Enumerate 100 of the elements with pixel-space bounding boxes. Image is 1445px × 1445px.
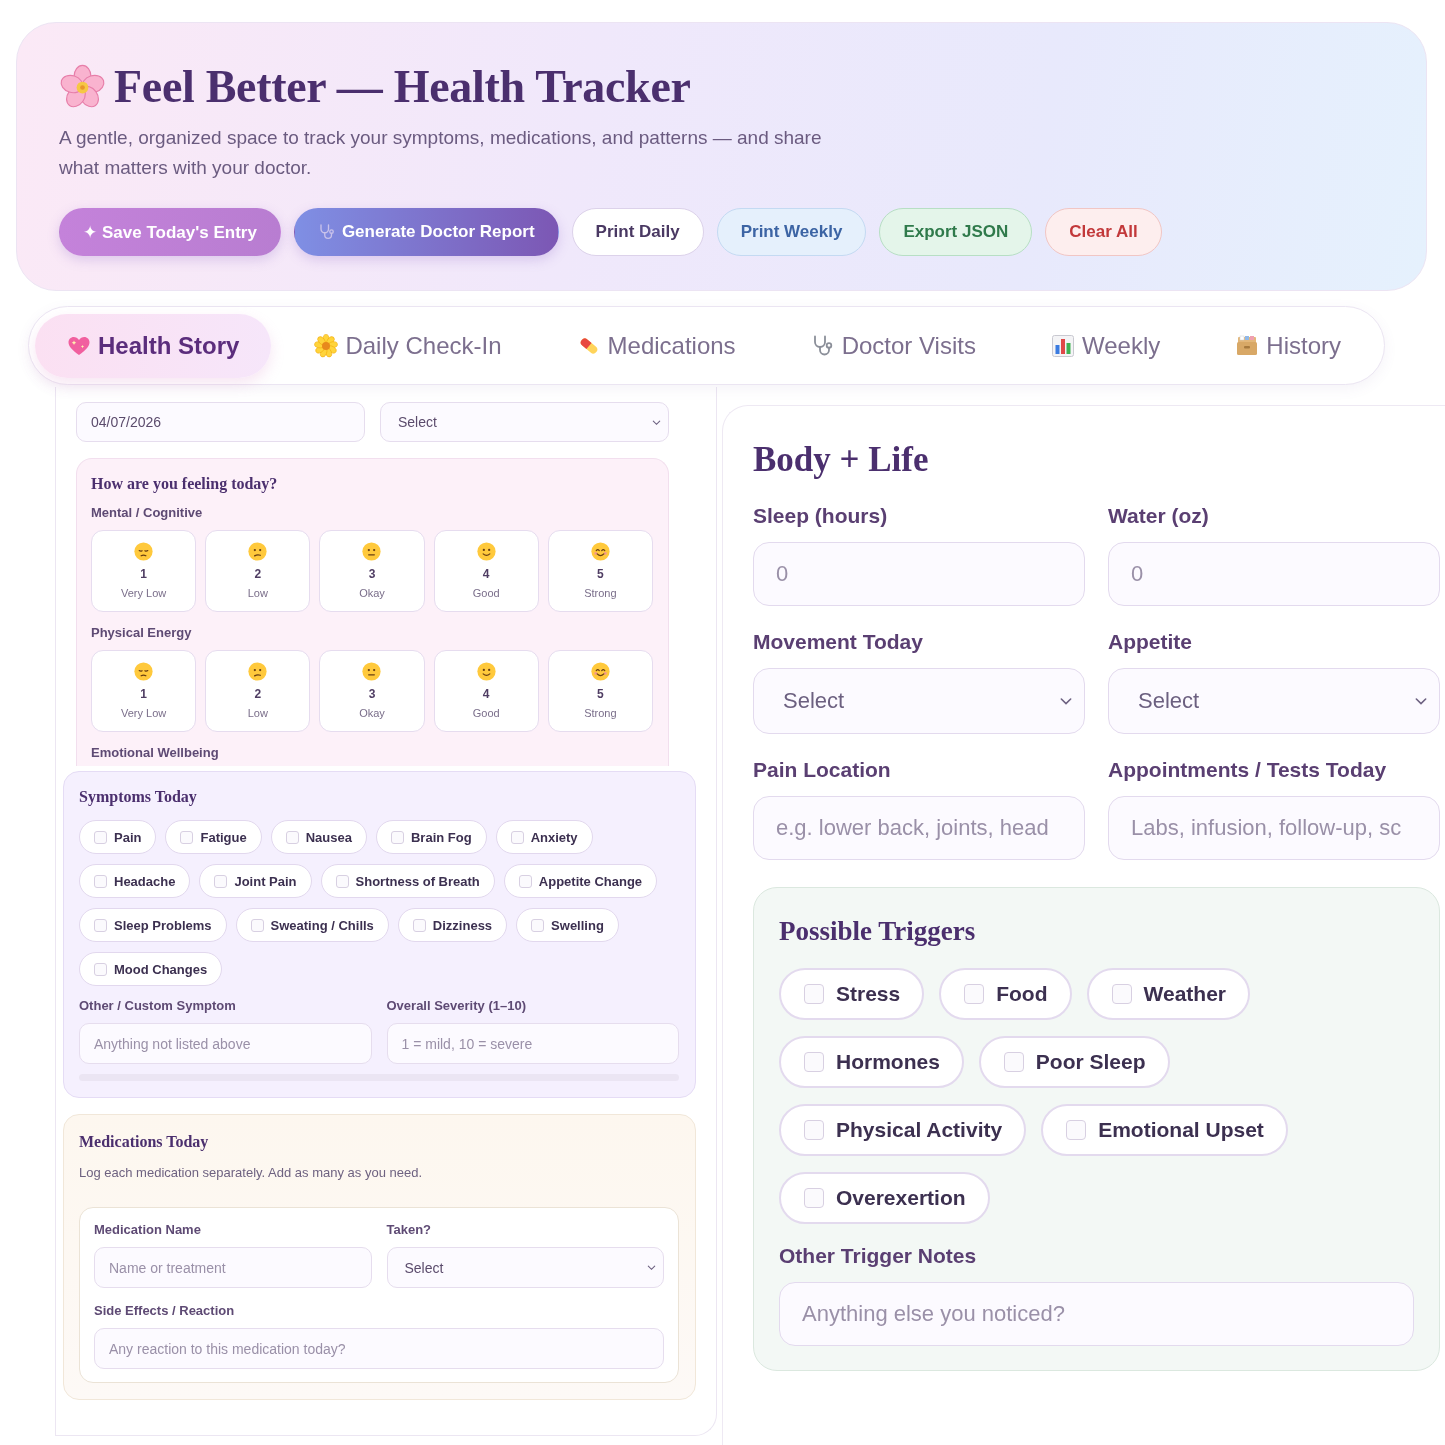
scale-label: Emotional Wellbeing	[91, 744, 220, 762]
trigger-option[interactable]: Stress	[779, 968, 925, 1020]
stethoscope-icon	[317, 223, 336, 241]
checkbox[interactable]	[94, 962, 107, 976]
checkbox[interactable]	[804, 1052, 824, 1072]
input-field[interactable]: Labs, infusion, follow-up, sc	[1108, 796, 1440, 860]
checkbox[interactable]	[214, 874, 228, 888]
checkbox[interactable]	[250, 918, 264, 932]
checkbox[interactable]	[94, 830, 107, 844]
field-label: Medication Name	[94, 1221, 202, 1239]
rating-option[interactable]: 3 Okay	[319, 650, 425, 732]
checkbox[interactable]	[285, 830, 299, 844]
trigger-option[interactable]: Hormones	[779, 1036, 964, 1088]
field-label: Pain Location	[753, 757, 892, 783]
symptom-option[interactable]: Appetite Change	[503, 864, 658, 898]
input-field[interactable]: Any reaction to this medication today?	[94, 1328, 664, 1369]
symptom-option[interactable]: Swelling	[516, 908, 619, 942]
symptom-option[interactable]: Sweating / Chills	[235, 908, 389, 942]
rating-option[interactable]: 5 Strong	[547, 530, 653, 612]
box-icon	[1235, 333, 1260, 358]
symptom-option[interactable]: Headache	[79, 864, 191, 898]
checkbox[interactable]	[180, 830, 194, 844]
input-field[interactable]: Name or treatment	[94, 1247, 372, 1288]
symptom-option[interactable]: Dizziness	[397, 908, 508, 942]
chevron-down-icon	[646, 1262, 657, 1273]
tab[interactable]: History	[1203, 313, 1373, 378]
symptom-option[interactable]: Brain Fog	[375, 820, 487, 854]
tab[interactable]: Medications	[544, 313, 768, 378]
input-field[interactable]: Anything else you noticed?	[779, 1282, 1414, 1346]
action-button[interactable]: Clear All	[1045, 208, 1162, 256]
section-title: How are you feeling today?	[91, 474, 279, 494]
section-title: Body + Life	[753, 439, 930, 481]
input-field[interactable]: Anything not listed above	[79, 1023, 372, 1064]
rating-option[interactable]: 1 Very Low	[91, 530, 197, 612]
rating-option[interactable]: 2 Low	[205, 530, 311, 612]
symptom-option[interactable]: Mood Changes	[79, 952, 223, 986]
trigger-option[interactable]: Food	[939, 968, 1072, 1020]
checkbox[interactable]	[964, 984, 985, 1004]
trigger-option[interactable]: Physical Activity	[779, 1104, 1027, 1156]
select-field[interactable]: Select	[753, 668, 1085, 734]
rating-option[interactable]: 3 Okay	[319, 530, 425, 612]
trigger-option[interactable]: Emotional Upset	[1041, 1104, 1288, 1156]
tab[interactable]: Health Story	[35, 313, 272, 378]
trigger-option[interactable]: Weather	[1086, 968, 1250, 1020]
tab[interactable]: Weekly	[1019, 313, 1193, 378]
action-button[interactable]: Print Weekly	[716, 208, 867, 256]
symptom-option[interactable]: Fatigue	[165, 820, 262, 854]
action-button[interactable]: Generate Doctor Report	[293, 208, 559, 256]
checkbox[interactable]	[1003, 1052, 1024, 1072]
trigger-option[interactable]: Poor Sleep	[978, 1036, 1170, 1088]
action-button[interactable]: Export JSON	[879, 208, 1033, 256]
field-label: Side Effects / Reaction	[94, 1302, 236, 1320]
checkbox[interactable]	[1066, 1120, 1087, 1140]
slight-smile-face-icon	[476, 542, 496, 561]
input-field[interactable]: e.g. lower back, joints, head	[753, 796, 1085, 860]
smiling-face-icon	[590, 662, 610, 681]
input-field[interactable]: 1 = mild, 10 = severe	[386, 1023, 679, 1064]
symptom-option[interactable]: Anxiety	[495, 820, 593, 854]
tab[interactable]: Daily Check-In	[282, 313, 534, 378]
section-title: Medications Today	[79, 1132, 210, 1152]
checkbox[interactable]	[94, 918, 107, 932]
checkbox[interactable]	[510, 830, 524, 844]
date-field[interactable]: 04/07/2026	[76, 402, 365, 442]
checkbox[interactable]	[412, 918, 426, 932]
checkbox[interactable]	[94, 874, 107, 888]
symptom-option[interactable]: Shortness of Breath	[320, 864, 495, 898]
field-label: Appointments / Tests Today	[1108, 757, 1388, 783]
symptom-option[interactable]: Pain	[79, 820, 157, 854]
select-field[interactable]: Select	[1108, 668, 1440, 734]
input-field[interactable]: 0	[753, 542, 1085, 606]
trigger-option[interactable]: Overexertion	[779, 1172, 990, 1224]
rating-option[interactable]: 2 Low	[205, 650, 311, 732]
input-field[interactable]: 0	[1108, 542, 1440, 606]
scale-label: Physical Energy	[91, 624, 193, 642]
checkbox[interactable]	[335, 874, 349, 888]
action-button[interactable]: Print Daily	[571, 208, 704, 256]
symptom-option[interactable]: Joint Pain	[199, 864, 312, 898]
pensive-face-icon	[134, 542, 154, 561]
symptom-option[interactable]: Nausea	[270, 820, 367, 854]
field-label: Movement Today	[753, 629, 924, 655]
checkbox[interactable]	[804, 984, 824, 1004]
section-note: Log each medication separately. Add as many as you need.	[79, 1164, 424, 1182]
checkbox[interactable]	[518, 874, 532, 888]
confused-face-icon	[248, 662, 268, 681]
rating-option[interactable]: 1 Very Low	[91, 650, 197, 732]
rating-option[interactable]: 4 Good	[433, 650, 539, 732]
rating-option[interactable]: 4 Good	[433, 530, 539, 612]
field-label: Water (oz)	[1108, 503, 1210, 529]
app-subtitle: A gentle, organized space to track your symptoms, medications, and patterns — and share what matters with your doctor.	[59, 126, 823, 180]
checkbox[interactable]	[804, 1188, 824, 1208]
field-label: Sleep (hours)	[753, 503, 889, 529]
checkbox[interactable]	[390, 830, 404, 844]
checkbox[interactable]	[804, 1120, 824, 1140]
checkbox[interactable]	[1111, 984, 1132, 1004]
select-field[interactable]: Select	[380, 402, 669, 442]
symptom-option[interactable]: Sleep Problems	[79, 908, 227, 942]
checkbox[interactable]	[531, 918, 545, 932]
select-field[interactable]: Select	[386, 1247, 664, 1288]
tab[interactable]: Doctor Visits	[778, 313, 1008, 378]
rating-option[interactable]: 5 Strong	[547, 650, 653, 732]
